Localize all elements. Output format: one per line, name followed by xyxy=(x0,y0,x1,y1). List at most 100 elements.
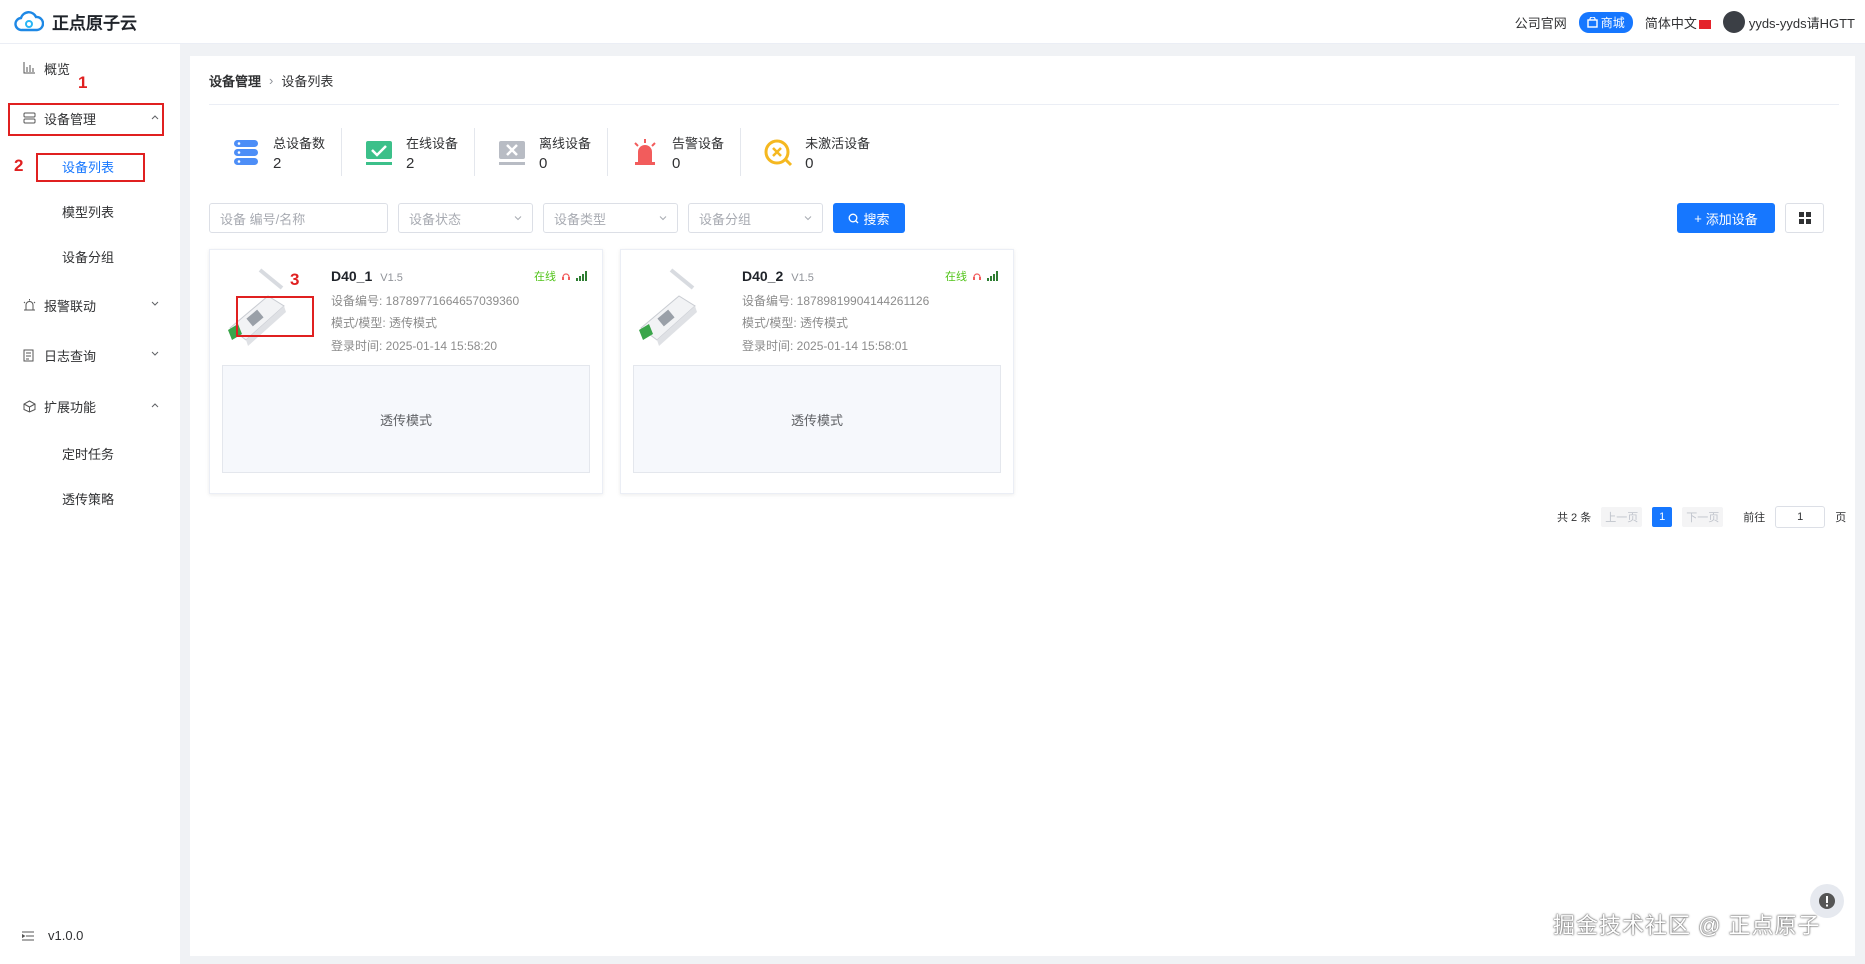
stat-value: 2 xyxy=(406,154,415,172)
chevron-down-icon xyxy=(804,216,812,221)
device-name: D40_1 xyxy=(331,268,373,284)
sidebar-subitem-passthrough-policy[interactable]: 透传策略 xyxy=(0,480,180,516)
select-placeholder: 设备分组 xyxy=(699,211,752,227)
device-id: 设备编号: 18789819904144261126 xyxy=(742,294,930,308)
inactive-clock-icon xyxy=(764,139,793,167)
annotation-number-3: 3 xyxy=(290,270,300,289)
device-status: 在线 xyxy=(945,268,999,284)
headset-icon xyxy=(973,273,981,280)
stat-label: 告警设备 xyxy=(672,135,725,151)
signal-icon xyxy=(576,271,587,281)
breadcrumb-device-list: 设备列表 xyxy=(281,74,334,89)
chart-icon xyxy=(22,61,36,75)
annotation-number-1: 1 xyxy=(78,73,88,92)
collapse-menu-icon[interactable] xyxy=(22,931,34,941)
sidebar-subitem-device-group[interactable]: 设备分组 xyxy=(0,238,180,274)
sidebar-item-label: 报警联动 xyxy=(44,298,97,314)
device-login-time: 登录时间: 2025-01-14 15:58:01 xyxy=(742,339,909,353)
goto-page-input[interactable]: 1 xyxy=(1775,506,1826,528)
grid-icon xyxy=(1798,212,1811,224)
annotation-box-2 xyxy=(36,153,145,182)
server-stack-icon xyxy=(234,140,258,165)
device-status: 在线 xyxy=(534,268,588,284)
device-type-select[interactable]: 设备类型 xyxy=(543,203,678,233)
stat-inactive-devices: 未激活设备 0 xyxy=(741,128,886,176)
device-card[interactable]: 3 D40_1 V1.5 在线 设备编号: 1878977166465703936… xyxy=(209,249,603,494)
device-card[interactable]: D40_2 V1.5 在线 设备编号: 18789819904144261126 … xyxy=(620,249,1014,494)
annotation-box-1 xyxy=(8,103,164,136)
shop-icon xyxy=(1587,16,1598,28)
sidebar-footer: v1.0.0 xyxy=(22,928,83,943)
avatar xyxy=(1722,11,1745,33)
user-menu[interactable]: yyds-yyds请HGTT xyxy=(1722,11,1855,33)
grid-view-button[interactable] xyxy=(1785,203,1824,233)
log-icon xyxy=(22,348,36,362)
cube-icon xyxy=(22,399,36,413)
mall-label: 商城 xyxy=(1600,15,1625,30)
device-mode-panel: 透传模式 xyxy=(633,365,1001,473)
prev-page-button[interactable]: 上一页 xyxy=(1601,507,1643,527)
pagination: 共 2 条 上一页 1 下一页 前往 1 页 xyxy=(1557,506,1846,528)
sidebar-item-log-query[interactable]: 日志查询 xyxy=(0,337,180,373)
sidebar-item-label: 扩展功能 xyxy=(44,399,97,415)
search-icon xyxy=(849,213,859,223)
search-button[interactable]: 搜索 xyxy=(833,203,905,233)
page-number-current[interactable]: 1 xyxy=(1652,507,1673,527)
language-switch[interactable]: 简体中文 xyxy=(1645,13,1711,32)
stat-label: 未激活设备 xyxy=(805,135,871,151)
sidebar-item-alarm-linkage[interactable]: 报警联动 xyxy=(0,287,180,323)
annotation-box-3 xyxy=(236,296,314,337)
next-page-button[interactable]: 下一页 xyxy=(1682,507,1724,527)
username: yyds-yyds请HGTT xyxy=(1748,15,1855,31)
divider xyxy=(209,104,1839,105)
signal-icon xyxy=(987,271,998,281)
company-site-link[interactable]: 公司官网 xyxy=(1515,13,1567,32)
stat-label: 在线设备 xyxy=(406,135,459,151)
page-suffix: 页 xyxy=(1835,512,1847,524)
sidebar-subitem-model-list[interactable]: 模型列表 xyxy=(0,193,180,229)
add-device-button[interactable]: + 添加设备 xyxy=(1677,203,1775,233)
add-device-label: 添加设备 xyxy=(1705,211,1758,227)
chevron-down-icon xyxy=(151,351,159,356)
cloud-logo-icon xyxy=(14,10,44,31)
device-login-time: 登录时间: 2025-01-14 15:58:20 xyxy=(331,339,498,353)
mall-button[interactable]: 商城 xyxy=(1578,11,1633,33)
app-logo[interactable]: 正点原子云 xyxy=(14,9,137,34)
chevron-up-icon xyxy=(151,403,159,408)
goto-label: 前往 xyxy=(1743,512,1766,524)
stat-value: 0 xyxy=(539,154,548,172)
stat-total-devices: 总设备数 2 xyxy=(209,128,343,176)
device-version: V1.5 xyxy=(791,272,814,284)
breadcrumb-device-management[interactable]: 设备管理 xyxy=(209,71,261,90)
flag-icon xyxy=(1698,19,1711,29)
stat-online-devices: 在线设备 2 xyxy=(342,128,476,176)
sidebar: 概览 设备管理 设备列表 模型列表 设备分组 报警联动 日志查询 扩展功能 定时… xyxy=(0,44,180,964)
chevron-down-icon xyxy=(151,301,159,306)
device-mode: 模式/模型: 透传模式 xyxy=(331,316,438,330)
device-mode: 模式/模型: 透传模式 xyxy=(742,316,849,330)
device-search-input[interactable]: 设备 编号/名称 xyxy=(209,203,388,233)
filter-bar: 设备 编号/名称 设备状态 设备类型 设备分组 搜索 xyxy=(209,203,905,233)
stats-bar: 总设备数 2 在线设备 2 离线设备 0 告警设备 0 未激活设备 0 xyxy=(209,128,886,180)
annotation-number-2: 2 xyxy=(14,156,24,175)
device-name: D40_2 xyxy=(742,268,784,284)
device-group-select[interactable]: 设备分组 xyxy=(688,203,823,233)
total-count: 共 2 条 xyxy=(1557,512,1592,524)
sidebar-item-extensions[interactable]: 扩展功能 xyxy=(0,388,180,424)
online-status-text: 在线 xyxy=(534,271,556,283)
breadcrumb: 设备管理 › 设备列表 xyxy=(209,71,333,90)
sidebar-subitem-scheduled-tasks[interactable]: 定时任务 xyxy=(0,435,180,471)
device-image xyxy=(639,268,697,346)
stat-label: 总设备数 xyxy=(273,135,326,151)
top-bar: 正点原子云 公司官网 商城 简体中文 yyds-yyds请HGTT xyxy=(0,0,1865,44)
stat-offline-devices: 离线设备 0 xyxy=(475,128,609,176)
device-mode-panel: 透传模式 xyxy=(222,365,590,473)
main-panel: 设备管理 › 设备列表 总设备数 2 在线设备 2 离线设备 0 告警设备 0 未激活设… xyxy=(190,56,1855,956)
app-name: 正点原子云 xyxy=(52,14,137,33)
sidebar-item-overview[interactable]: 概览 xyxy=(0,50,180,86)
watermark: 掘金技术社区 @ 正点原子 xyxy=(1553,913,1821,938)
device-status-select[interactable]: 设备状态 xyxy=(398,203,533,233)
headset-icon xyxy=(562,273,570,280)
online-check-icon xyxy=(366,141,393,165)
stat-value: 0 xyxy=(672,154,681,172)
